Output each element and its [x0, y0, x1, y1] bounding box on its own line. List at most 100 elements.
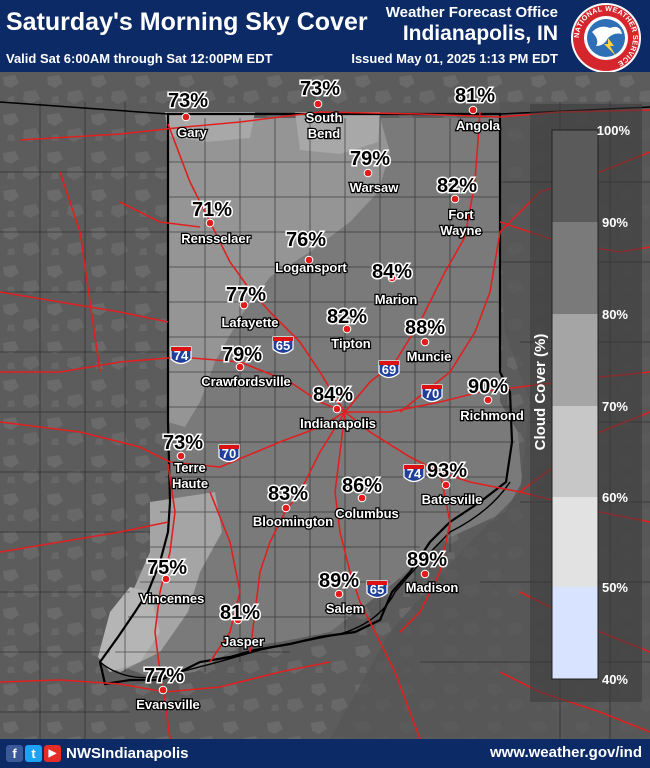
city-label-richmond: Richmond — [460, 408, 524, 423]
city-label-lafayette: Lafayette — [221, 315, 278, 330]
youtube-icon[interactable]: ▶ — [44, 745, 61, 762]
city-label-columbus: Columbus — [335, 506, 399, 521]
legend-band-90-100 — [552, 130, 598, 222]
city-dot-indianapolis — [332, 404, 342, 414]
sky-cover-value-warsaw: 79% — [350, 148, 390, 170]
legend-band-80-90 — [552, 222, 598, 314]
city-label-south-bend-2: Bend — [308, 126, 341, 141]
city-dot-angola — [468, 105, 478, 115]
sky-cover-value-richmond: 90% — [468, 376, 508, 398]
sky-cover-value-lafayette: 77% — [226, 284, 266, 306]
city-dot-gary — [181, 112, 191, 122]
legend-band-60-70 — [552, 406, 598, 497]
city-label-fort-wayne-1: Fort — [448, 207, 474, 222]
cloud-cover-legend: 100% 90% 80% 70% 60% 50% 40% Cloud Cover… — [530, 104, 642, 702]
city-label-rensselaer: Rensselaer — [181, 231, 250, 246]
svg-text:70: 70 — [425, 386, 439, 401]
valid-period: Valid Sat 6:00AM through Sat 12:00PM EDT — [6, 51, 273, 66]
city-label-terre-haute-2: Haute — [172, 476, 208, 491]
nws-logo-icon: NATIONAL WEATHER SERVICE — [571, 3, 641, 73]
legend-band-70-80 — [552, 314, 598, 406]
city-label-evansville: Evansville — [136, 697, 200, 712]
city-dot-evansville — [158, 685, 168, 695]
legend-tick-80: 80% — [602, 307, 628, 322]
sky-cover-value-batesville: 93% — [427, 460, 467, 482]
sky-cover-value-indianapolis: 84% — [313, 384, 353, 406]
interstate-74-shield-west: 74 — [170, 346, 192, 365]
sky-cover-value-angola: 81% — [455, 85, 495, 107]
sky-cover-value-fort-wayne: 82% — [437, 175, 477, 197]
legend-tick-40: 40% — [602, 672, 628, 687]
city-label-south-bend-1: South — [306, 110, 343, 125]
city-label-salem: Salem — [326, 601, 364, 616]
sky-cover-value-gary: 73% — [168, 90, 208, 112]
facebook-icon[interactable]: f — [6, 745, 23, 762]
city-label-tipton: Tipton — [331, 336, 371, 351]
sky-cover-value-terre-haute: 73% — [163, 432, 203, 454]
office-location: Indianapolis, IN — [402, 22, 558, 45]
legend-tick-70: 70% — [602, 399, 628, 414]
sky-cover-value-marion: 84% — [372, 261, 412, 283]
issued-time: Issued May 01, 2025 1:13 PM EDT — [351, 51, 558, 66]
svg-text:69: 69 — [382, 362, 396, 377]
city-label-madison: Madison — [406, 580, 459, 595]
interstate-65-shield-south: 65 — [366, 580, 388, 599]
city-dot-bloomington — [281, 503, 291, 513]
sky-cover-value-bloomington: 83% — [268, 483, 308, 505]
sky-cover-value-logansport: 76% — [286, 229, 326, 251]
city-label-gary: Gary — [177, 125, 207, 140]
svg-text:74: 74 — [407, 466, 422, 481]
city-label-terre-haute-1: Terre — [174, 460, 206, 475]
city-label-bloomington: Bloomington — [253, 514, 333, 529]
sky-cover-value-madison: 89% — [407, 549, 447, 571]
social-links: f t ▶ NWSIndianapolis — [6, 744, 189, 763]
svg-text:65: 65 — [276, 338, 290, 353]
interstate-69-shield: 69 — [378, 360, 400, 379]
interstate-65-shield-north: 65 — [272, 336, 294, 355]
svg-text:74: 74 — [174, 348, 189, 363]
footer-bar: f t ▶ NWSIndianapolis www.weather.gov/in… — [0, 739, 650, 768]
legend-tick-90: 90% — [602, 215, 628, 230]
map-title: Saturday's Morning Sky Cover — [6, 8, 368, 36]
legend-title: Cloud Cover (%) — [532, 334, 549, 451]
website-link[interactable]: www.weather.gov/ind — [490, 744, 642, 761]
sky-cover-value-jasper: 81% — [220, 602, 260, 624]
svg-text:70: 70 — [222, 446, 236, 461]
city-label-indianapolis: Indianapolis — [300, 416, 376, 431]
legend-tick-100: 100% — [597, 123, 631, 138]
sky-cover-value-salem: 89% — [319, 570, 359, 592]
header-bar: Saturday's Morning Sky Cover Weather For… — [0, 0, 650, 73]
sky-cover-value-tipton: 82% — [327, 306, 367, 328]
legend-tick-60: 60% — [602, 490, 628, 505]
office-name: Weather Forecast Office — [385, 4, 558, 21]
sky-cover-value-muncie: 88% — [405, 317, 445, 339]
legend-band-50-60 — [552, 497, 598, 587]
city-dot-south-bend — [313, 99, 323, 109]
sky-cover-value-rensselaer: 71% — [192, 199, 232, 221]
city-label-jasper: Jasper — [222, 634, 264, 649]
city-label-angola: Angola — [456, 118, 501, 133]
sky-cover-value-south-bend: 73% — [300, 78, 340, 100]
city-dot-muncie — [420, 337, 430, 347]
city-dot-madison — [420, 569, 430, 579]
interstate-74-shield-east: 74 — [403, 464, 425, 483]
sky-cover-map: 74 65 69 70 70 74 65 100% 90% 80% 70% 60… — [0, 72, 650, 739]
city-label-batesville: Batesville — [422, 492, 483, 507]
city-dot-warsaw — [363, 168, 373, 178]
interstate-70-shield-west: 70 — [218, 444, 240, 463]
city-label-logansport: Logansport — [275, 260, 347, 275]
svg-text:65: 65 — [370, 582, 384, 597]
social-handle[interactable]: NWSIndianapolis — [66, 745, 189, 762]
sky-cover-value-vincennes: 75% — [147, 557, 187, 579]
city-dot-batesville — [441, 480, 451, 490]
twitter-icon[interactable]: t — [25, 745, 42, 762]
city-label-crawfordsville: Crawfordsville — [201, 374, 291, 389]
legend-band-40-50 — [552, 587, 598, 679]
interstate-70-shield-east: 70 — [421, 384, 443, 403]
legend-tick-50: 50% — [602, 580, 628, 595]
city-label-marion: Marion — [375, 292, 418, 307]
city-label-muncie: Muncie — [407, 349, 452, 364]
sky-cover-value-columbus: 86% — [342, 475, 382, 497]
city-label-vincennes: Vincennes — [140, 591, 205, 606]
sky-cover-value-crawfordsville: 79% — [222, 344, 262, 366]
